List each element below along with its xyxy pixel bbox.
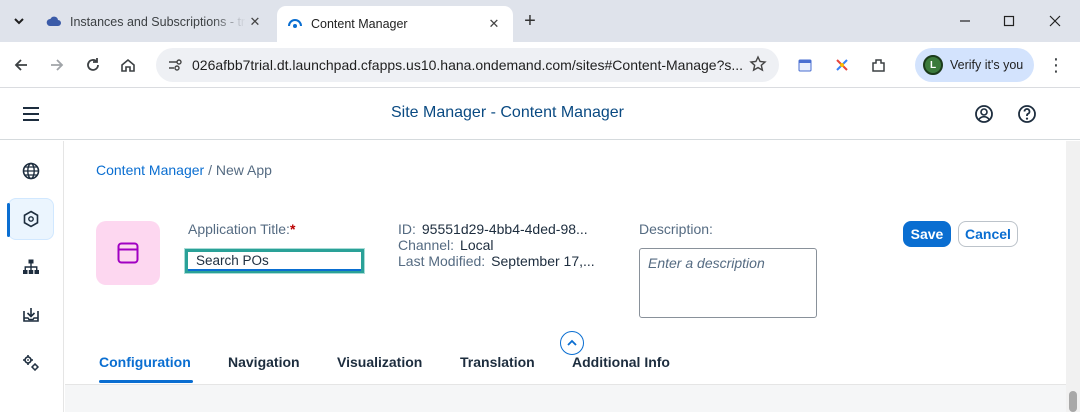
sap-site-icon — [288, 19, 302, 28]
close-icon[interactable]: ✕ — [485, 15, 503, 33]
puzzle-color-extension-icon[interactable] — [830, 53, 854, 77]
arrow-left-icon — [14, 59, 27, 71]
close-icon[interactable]: ✕ — [246, 13, 264, 31]
forward-button[interactable] — [45, 53, 69, 77]
reload-icon — [87, 58, 99, 71]
last-modified-label: Last Modified: — [398, 253, 486, 269]
url-text: 026afbb7trial.dt.launchpad.cfapps.us10.h… — [192, 57, 744, 73]
nav-item-settings[interactable] — [8, 342, 54, 384]
tab-visualization[interactable]: Visualization — [337, 354, 422, 370]
window-icon — [117, 242, 139, 264]
tab-title: Content Manager — [311, 17, 408, 31]
app-title-field — [185, 249, 364, 273]
app-title-label-text: Application Title: — [188, 221, 290, 237]
nav-item-content-manager[interactable] — [7, 198, 54, 240]
globe-icon — [22, 162, 40, 180]
minimize-icon — [960, 20, 970, 22]
extensions-icon[interactable] — [867, 53, 891, 77]
nav-item-hierarchy[interactable] — [8, 246, 54, 288]
channel-row: Channel: Local — [398, 237, 595, 253]
app-metadata: ID: 95551d29-4bb4-4ded-98... Channel: Loca… — [398, 221, 595, 269]
breadcrumb-separator: / — [204, 162, 216, 178]
back-button[interactable] — [9, 53, 33, 77]
side-navigation — [0, 141, 64, 412]
bookmark-star-icon[interactable] — [749, 55, 767, 78]
tab-additional-info[interactable]: Additional Info — [572, 354, 670, 370]
avatar: L — [923, 55, 943, 75]
last-modified-row: Last Modified: September 17,... — [398, 253, 595, 269]
active-tab-indicator — [99, 380, 193, 383]
maximize-icon — [1003, 15, 1015, 27]
breadcrumb-link-content-manager[interactable]: Content Manager — [96, 162, 204, 178]
tab-translation[interactable]: Translation — [460, 354, 535, 370]
nav-item-sites[interactable] — [8, 150, 54, 192]
shell-title: Site Manager - Content Manager — [390, 104, 624, 121]
profile-verify-button[interactable]: L Verify it's you — [915, 48, 1034, 82]
chevron-down-icon — [14, 18, 24, 25]
breadcrumb: Content Manager / New App — [96, 162, 272, 178]
id-label: ID: — [398, 221, 416, 237]
home-icon — [121, 58, 135, 72]
verify-label: Verify it's you — [950, 58, 1024, 72]
cancel-button[interactable]: Cancel — [958, 221, 1018, 247]
main-content: Content Manager / New App Application Ti… — [65, 141, 1080, 412]
gears-icon — [23, 355, 39, 371]
browser-tab-strip: Instances and Subscriptions - tr ✕ Conte… — [0, 0, 1080, 42]
tab-configuration[interactable]: Configuration — [99, 354, 191, 370]
channel-value: Local — [460, 237, 494, 253]
cube-icon — [23, 210, 39, 228]
save-button[interactable]: Save — [903, 221, 951, 247]
browser-toolbar: 026afbb7trial.dt.launchpad.cfapps.us10.h… — [0, 42, 1080, 88]
minimize-button[interactable] — [943, 8, 987, 34]
shell-bar: Site Manager - Content Manager — [0, 88, 1080, 140]
browser-tab-instances[interactable]: Instances and Subscriptions - tr ✕ — [36, 6, 274, 38]
breadcrumb-current: New App — [215, 162, 272, 178]
channel-label: Channel: — [398, 237, 455, 253]
description-label: Description: — [639, 221, 713, 237]
tab-content-area — [65, 384, 1068, 412]
tab-search-button[interactable] — [8, 8, 30, 34]
new-tab-button[interactable]: + — [518, 10, 542, 34]
site-settings-icon[interactable] — [164, 57, 186, 73]
reload-button[interactable] — [81, 53, 105, 77]
close-window-button[interactable] — [1033, 8, 1077, 34]
user-profile-icon[interactable] — [973, 103, 995, 125]
description-field — [639, 248, 817, 318]
app-icon — [96, 221, 160, 285]
tab-title: Instances and Subscriptions - tr — [70, 15, 246, 29]
required-marker: * — [289, 221, 296, 237]
browser-tab-content-manager[interactable]: Content Manager ✕ — [277, 6, 513, 42]
id-row: ID: 95551d29-4bb4-4ded-98... — [398, 221, 595, 237]
calendar-extension-icon[interactable] — [793, 53, 817, 77]
page-scrollbar[interactable] — [1066, 141, 1080, 412]
inbox-download-icon — [23, 308, 39, 322]
help-icon[interactable] — [1016, 103, 1038, 125]
scrollbar-thumb[interactable] — [1069, 391, 1077, 412]
cloud-icon — [46, 16, 61, 26]
app-title-label: Application Title:* — [188, 221, 295, 237]
icon-tab-bar: Configuration Navigation Visualization T… — [65, 349, 1080, 385]
hierarchy-icon — [23, 259, 39, 274]
description-textarea[interactable] — [648, 255, 808, 311]
chevron-up-icon — [567, 339, 577, 346]
close-icon — [1049, 15, 1061, 27]
nav-item-channel-manager[interactable] — [8, 294, 54, 336]
id-value: 95551d29-4bb4-4ded-98... — [421, 221, 588, 237]
arrow-right-icon — [51, 59, 64, 71]
browser-menu-icon[interactable]: ⋮ — [1044, 53, 1068, 77]
address-bar[interactable]: 026afbb7trial.dt.launchpad.cfapps.us10.h… — [156, 48, 779, 82]
last-modified-value: September 17,... — [491, 253, 595, 269]
maximize-button[interactable] — [987, 8, 1031, 34]
app-title-input[interactable] — [188, 252, 361, 271]
tab-navigation[interactable]: Navigation — [228, 354, 300, 370]
home-button[interactable] — [116, 53, 140, 77]
